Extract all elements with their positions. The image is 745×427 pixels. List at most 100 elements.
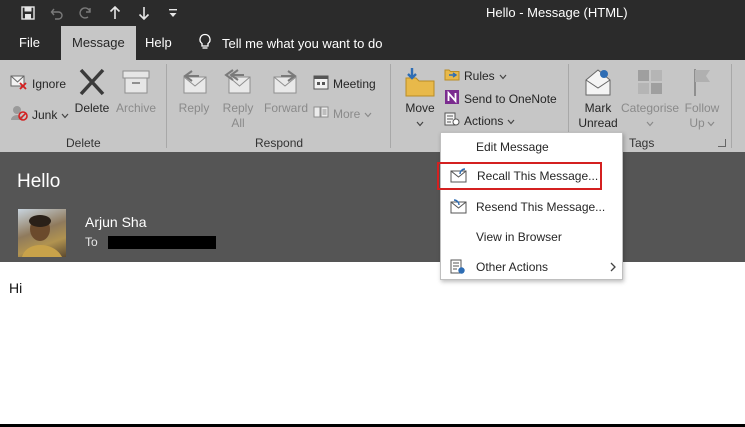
mark-unread-label-1: Mark [584,101,612,115]
tab-help[interactable]: Help [145,26,172,60]
more-label: More [333,106,361,121]
menu-item-resend-message[interactable]: Resend This Message... [442,193,622,221]
reply-all-label-1: Reply [222,101,254,115]
archive-button[interactable]: Archive [113,65,159,116]
move-label: Move [405,101,435,115]
move-button[interactable]: Move [400,65,440,127]
junk-label: Junk [32,107,58,122]
categorise-label: Categorise [621,101,680,115]
chevron-down-icon [621,116,679,127]
menu-item-recall-message[interactable]: Recall This Message... [437,162,602,190]
menu-item-label: Resend This Message... [476,200,606,214]
tell-me-text: Tell me what you want to do [222,35,383,51]
follow-up-label-1: Follow [684,101,720,115]
menu-bar: File Message Help Tell me what you want … [0,26,745,60]
reply-all-icon [218,65,258,99]
menu-item-view-in-browser[interactable]: View in Browser [442,223,622,251]
other-actions-icon [450,259,468,275]
reply-all-label-2: All [231,116,245,130]
rules-icon [444,66,460,85]
ignore-button[interactable]: Ignore [10,74,66,93]
menu-item-label: Recall This Message... [477,169,599,183]
delete-group-label: Delete [66,136,101,150]
chevron-down-icon [507,114,515,128]
resend-message-icon [450,199,468,215]
redo-icon[interactable] [77,4,95,22]
follow-up-button[interactable]: Follow Up [681,65,723,131]
chevron-down-icon [61,108,69,122]
menu-item-edit-message[interactable]: Edit Message [442,133,622,161]
ribbon: Ignore Junk Delete Archive Delete Reply [0,60,745,152]
actions-icon [444,111,460,130]
junk-icon [10,104,28,125]
menu-item-other-actions[interactable]: Other Actions [442,253,622,281]
window-title: Hello - Message (HTML) [486,5,628,20]
categorise-button[interactable]: Categorise [621,65,680,127]
actions-label: Actions [464,113,504,128]
recall-message-icon [450,168,468,184]
tell-me-search[interactable]: Tell me what you want to do [198,26,382,60]
menu-item-label: Edit Message [476,140,549,154]
reply-all-button[interactable]: Reply All [218,65,258,131]
rules-label: Rules [464,68,495,83]
archive-icon [113,65,159,99]
chevron-down-icon [364,107,372,121]
mark-unread-icon [576,65,620,99]
respond-group-label: Respond [255,136,304,150]
follow-up-label-row: Up [681,116,723,131]
customize-icon[interactable] [164,4,182,22]
group-separator [731,64,732,148]
redacted-recipient [108,236,216,249]
message-subject: Hello [17,171,61,192]
archive-label: Archive [115,101,156,115]
menu-item-label: Other Actions [476,260,549,274]
reply-label: Reply [178,101,210,115]
send-to-onenote-button[interactable]: Send to OneNote [444,89,557,108]
chevron-right-icon [610,261,616,275]
junk-button[interactable]: Junk [10,104,69,125]
undo-icon[interactable] [48,4,66,22]
ignore-label: Ignore [32,76,67,91]
forward-button[interactable]: Forward [262,65,310,116]
chevron-down-icon [400,116,440,127]
delete-label: Delete [74,101,110,115]
meeting-icon [313,74,329,93]
mark-unread-label-2: Unread [578,116,618,130]
move-folder-icon [400,65,440,99]
down-arrow-icon[interactable] [135,4,153,22]
message-body: Hi [9,280,23,296]
delete-button[interactable]: Delete [73,65,111,116]
tab-file[interactable]: File [19,26,40,60]
meeting-button[interactable]: Meeting [313,74,376,93]
tags-group-label: Tags [629,136,655,150]
meeting-label: Meeting [333,76,376,91]
group-separator [166,64,167,148]
forward-label: Forward [263,101,308,115]
message-header: Hello Arjun Sha To [0,152,745,262]
avatar[interactable] [18,209,66,257]
flag-icon [681,65,723,99]
onenote-label: Send to OneNote [464,91,557,106]
mark-unread-button[interactable]: Mark Unread [576,65,620,131]
more-icon [313,104,329,123]
group-separator [390,64,391,148]
chevron-down-icon [499,69,507,83]
actions-button[interactable]: Actions [444,111,515,130]
reply-button[interactable]: Reply [174,65,214,116]
delete-x-icon [73,65,111,99]
save-icon[interactable] [19,4,37,22]
sender-name[interactable]: Arjun Sha [85,214,146,230]
dialog-launcher-icon[interactable] [718,139,726,147]
lightbulb-icon [198,33,212,54]
menu-item-label: View in Browser [476,230,562,244]
actions-dropdown-menu: Edit Message Recall This Message... Rese… [437,132,623,281]
forward-icon [262,65,310,99]
rules-button[interactable]: Rules [444,66,507,85]
up-arrow-icon[interactable] [106,4,124,22]
ignore-icon [10,74,28,93]
follow-up-label-2: Up [689,116,705,130]
categorise-icon [621,65,679,99]
more-button[interactable]: More [313,104,372,123]
tab-message[interactable]: Message [61,26,136,60]
chevron-down-icon [707,116,715,131]
